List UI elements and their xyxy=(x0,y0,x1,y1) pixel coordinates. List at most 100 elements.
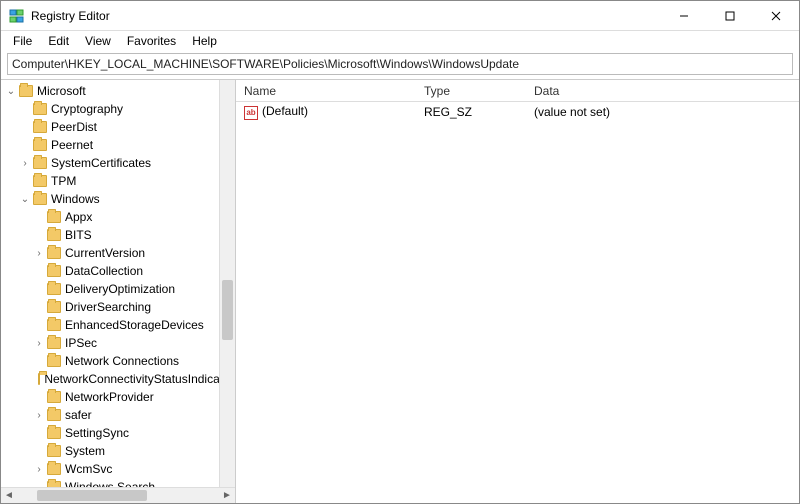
tree-pane: ⌄Microsoft›Cryptography›PeerDist›Peernet… xyxy=(1,80,236,503)
folder-icon xyxy=(47,301,61,313)
menu-view[interactable]: View xyxy=(77,32,119,50)
tree-item-label: DeliveryOptimization xyxy=(65,282,179,296)
chevron-right-icon[interactable]: › xyxy=(19,158,31,169)
address-bar[interactable]: Computer\HKEY_LOCAL_MACHINE\SOFTWARE\Pol… xyxy=(7,53,793,75)
tree-item[interactable]: ›Appx xyxy=(5,208,235,226)
tree-item[interactable]: ›System xyxy=(5,442,235,460)
tree-item-label: DataCollection xyxy=(65,264,147,278)
menu-file[interactable]: File xyxy=(5,32,40,50)
folder-icon xyxy=(47,247,61,259)
folder-icon xyxy=(47,211,61,223)
folder-icon xyxy=(47,229,61,241)
tree-item-label: IPSec xyxy=(65,336,101,350)
menu-help[interactable]: Help xyxy=(184,32,225,50)
registry-tree[interactable]: ⌄Microsoft›Cryptography›PeerDist›Peernet… xyxy=(1,80,235,503)
menubar: File Edit View Favorites Help xyxy=(1,31,799,51)
tree-item-label: Cryptography xyxy=(51,102,127,116)
folder-icon xyxy=(47,283,61,295)
tree-item-label: System xyxy=(65,444,109,458)
tree-item-label: Windows xyxy=(51,192,104,206)
tree-item-label: PeerDist xyxy=(51,120,101,134)
chevron-down-icon[interactable]: ⌄ xyxy=(5,86,17,97)
tree-item[interactable]: ›SystemCertificates xyxy=(5,154,235,172)
tree-item[interactable]: ›DriverSearching xyxy=(5,298,235,316)
titlebar: Registry Editor xyxy=(1,1,799,31)
menu-edit[interactable]: Edit xyxy=(40,32,77,50)
tree-item[interactable]: ›NetworkConnectivityStatusIndicator xyxy=(5,370,235,388)
tree-item[interactable]: ›Network Connections xyxy=(5,352,235,370)
cell-data: (value not set) xyxy=(526,105,799,119)
folder-icon xyxy=(47,337,61,349)
string-value-icon: ab xyxy=(244,106,258,120)
scroll-right-icon[interactable]: ► xyxy=(219,490,235,501)
cell-name: ab (Default) xyxy=(236,104,416,120)
tree-item-label: CurrentVersion xyxy=(65,246,149,260)
tree-item-label: EnhancedStorageDevices xyxy=(65,318,208,332)
folder-icon xyxy=(33,121,47,133)
list-row[interactable]: ab (Default) REG_SZ(value not set) xyxy=(236,102,799,122)
tree-vertical-scrollbar[interactable] xyxy=(219,80,235,487)
registry-editor-window: Registry Editor File Edit View Favorites… xyxy=(0,0,800,504)
tree-item-label: safer xyxy=(65,408,96,422)
scrollbar-thumb[interactable] xyxy=(222,280,233,340)
tree-item[interactable]: ⌄ Windows xyxy=(5,190,235,208)
tree-item[interactable]: ›DeliveryOptimization xyxy=(5,280,235,298)
content-area: ⌄Microsoft›Cryptography›PeerDist›Peernet… xyxy=(1,79,799,503)
tree-item[interactable]: ›BITS xyxy=(5,226,235,244)
folder-icon xyxy=(33,175,47,187)
window-controls xyxy=(661,1,799,30)
folder-icon xyxy=(33,157,47,169)
tree-item[interactable]: ›Peernet xyxy=(5,136,235,154)
folder-icon xyxy=(47,427,61,439)
tree-item[interactable]: ›NetworkProvider xyxy=(5,388,235,406)
tree-item[interactable]: ›DataCollection xyxy=(5,262,235,280)
minimize-button[interactable] xyxy=(661,1,707,30)
chevron-right-icon[interactable]: › xyxy=(33,464,45,475)
values-list-pane: Name Type Data ab (Default) REG_SZ(value n… xyxy=(236,80,799,503)
tree-item-label: Microsoft xyxy=(37,84,90,98)
tree-item[interactable]: ⌄ Microsoft xyxy=(5,82,235,100)
tree-item-label: SettingSync xyxy=(65,426,133,440)
value-name: (Default) xyxy=(262,104,308,118)
menu-favorites[interactable]: Favorites xyxy=(119,32,184,50)
tree-item[interactable]: › IPSec xyxy=(5,334,235,352)
list-body[interactable]: ab (Default) REG_SZ(value not set) xyxy=(236,102,799,503)
folder-icon xyxy=(47,355,61,367)
folder-icon xyxy=(47,319,61,331)
column-header-name[interactable]: Name xyxy=(236,80,416,101)
folder-icon xyxy=(47,445,61,457)
scrollbar-thumb[interactable] xyxy=(37,490,147,501)
registry-editor-icon xyxy=(9,8,25,24)
chevron-right-icon[interactable]: › xyxy=(33,338,45,349)
tree-item-label: NetworkProvider xyxy=(65,390,158,404)
tree-item[interactable]: ›TPM xyxy=(5,172,235,190)
folder-icon xyxy=(19,85,33,97)
tree-item-label: WcmSvc xyxy=(65,462,116,476)
tree-item[interactable]: ›PeerDist xyxy=(5,118,235,136)
chevron-down-icon[interactable]: ⌄ xyxy=(19,194,31,205)
chevron-right-icon[interactable]: › xyxy=(33,410,45,421)
address-text: Computer\HKEY_LOCAL_MACHINE\SOFTWARE\Pol… xyxy=(12,57,519,71)
window-title: Registry Editor xyxy=(31,9,110,23)
tree-item-label: Peernet xyxy=(51,138,97,152)
tree-item-label: NetworkConnectivityStatusIndicator xyxy=(44,372,235,386)
chevron-right-icon[interactable]: › xyxy=(33,248,45,259)
tree-item[interactable]: ›Cryptography xyxy=(5,100,235,118)
folder-icon xyxy=(33,103,47,115)
column-header-type[interactable]: Type xyxy=(416,80,526,101)
maximize-button[interactable] xyxy=(707,1,753,30)
tree-horizontal-scrollbar[interactable]: ◄ ► xyxy=(1,487,235,503)
close-button[interactable] xyxy=(753,1,799,30)
scroll-left-icon[interactable]: ◄ xyxy=(1,490,17,501)
cell-type: REG_SZ xyxy=(416,105,526,119)
tree-item[interactable]: › safer xyxy=(5,406,235,424)
tree-item[interactable]: ›EnhancedStorageDevices xyxy=(5,316,235,334)
tree-item[interactable]: › CurrentVersion xyxy=(5,244,235,262)
tree-item[interactable]: › WcmSvc xyxy=(5,460,235,478)
tree-item-label: TPM xyxy=(51,174,80,188)
folder-icon xyxy=(47,463,61,475)
folder-icon xyxy=(33,139,47,151)
tree-item[interactable]: ›SettingSync xyxy=(5,424,235,442)
column-header-data[interactable]: Data xyxy=(526,80,799,101)
folder-icon xyxy=(47,391,61,403)
